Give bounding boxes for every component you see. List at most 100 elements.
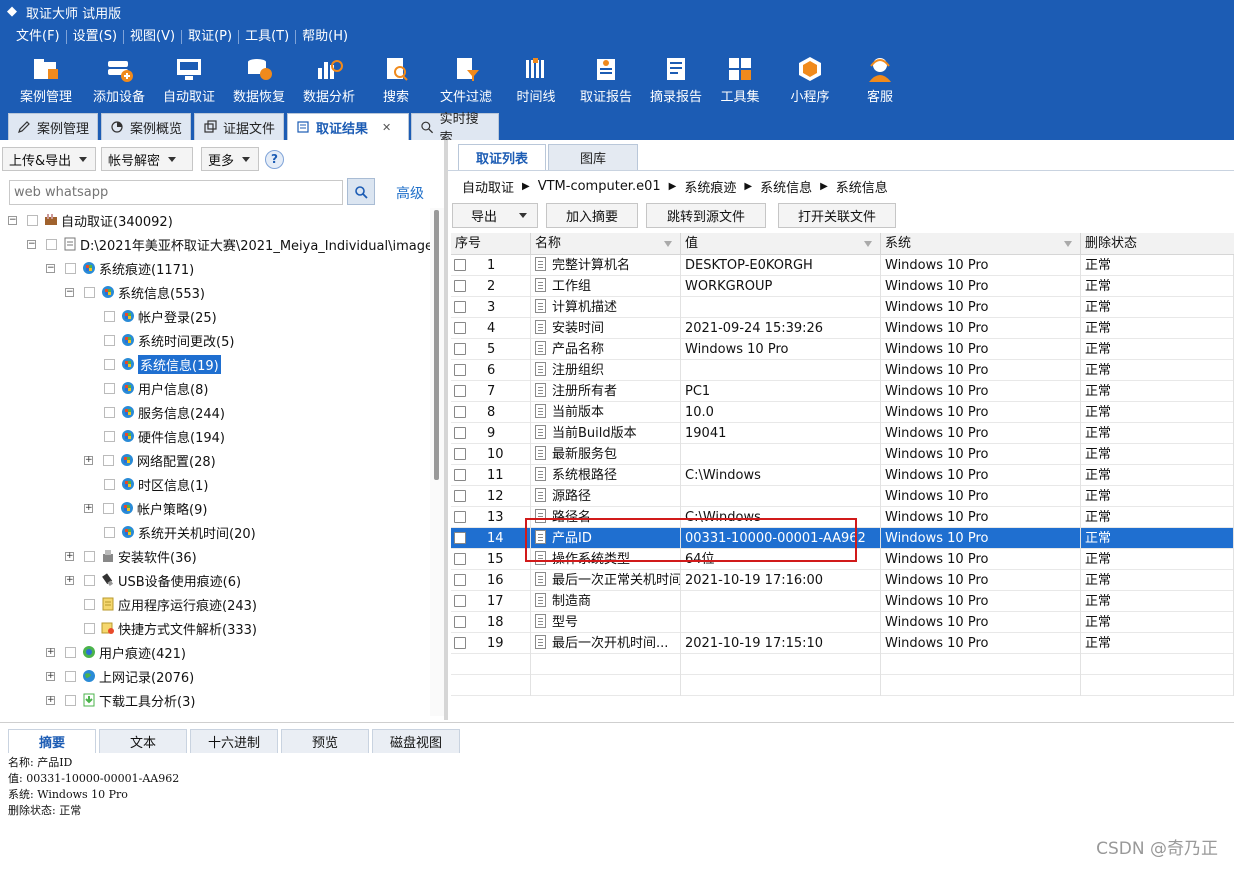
tree-checkbox[interactable] bbox=[84, 622, 95, 634]
tree-checkbox[interactable] bbox=[65, 670, 76, 682]
filter-icon[interactable] bbox=[864, 241, 872, 247]
tree-node[interactable]: 用户信息(8) bbox=[104, 378, 208, 398]
tab-evidence-list[interactable]: 取证列表 bbox=[458, 144, 546, 170]
breadcrumb-item[interactable]: 系统痕迹 bbox=[684, 177, 736, 196]
breadcrumb-item[interactable]: 系统信息 bbox=[836, 177, 888, 196]
table-row[interactable]: 3 计算机描述 Windows 10 Pro 正常 bbox=[451, 297, 1234, 318]
forensic-report-button[interactable]: 取证报告 bbox=[568, 50, 644, 105]
column-header[interactable]: 删除状态 bbox=[1081, 233, 1234, 255]
tree-node[interactable]: + 帐户策略(9) bbox=[84, 498, 207, 518]
mini-program-button[interactable]: 小程序 bbox=[772, 50, 848, 105]
jump-to-source-button[interactable]: 跳转到源文件 bbox=[646, 203, 766, 228]
help-icon[interactable]: ? bbox=[265, 150, 284, 169]
tree-vertical-scrollbar[interactable] bbox=[430, 208, 444, 716]
breadcrumb-item[interactable]: VTM-computer.e01 bbox=[538, 179, 661, 194]
expand-icon[interactable]: + bbox=[46, 671, 55, 681]
table-row[interactable]: 1 完整计算机名 DESKTOP-E0KORGH Windows 10 Pro 正常 bbox=[451, 255, 1234, 276]
tree-node[interactable]: 应用程序运行痕迹(243) bbox=[84, 594, 257, 614]
tree-checkbox[interactable] bbox=[104, 526, 115, 538]
breadcrumb-item[interactable]: 自动取证 bbox=[462, 177, 514, 196]
expand-icon[interactable]: + bbox=[84, 455, 93, 465]
tree-checkbox[interactable] bbox=[65, 262, 76, 274]
upload-export-dropdown[interactable]: 上传&导出 bbox=[2, 147, 96, 171]
table-row[interactable]: 2 工作组 WORKGROUP Windows 10 Pro 正常 bbox=[451, 276, 1234, 297]
table-row[interactable]: 4 安装时间 2021-09-24 15:39:26 Windows 10 Pro 正常 bbox=[451, 318, 1234, 339]
column-header[interactable]: 系统 bbox=[881, 233, 1081, 255]
tree-checkbox[interactable] bbox=[84, 574, 95, 586]
menu-settings[interactable]: 设置(S) bbox=[67, 24, 123, 50]
tree-node[interactable]: − 系统痕迹(1171) bbox=[46, 258, 194, 278]
tab-live-search[interactable]: 实时搜索 bbox=[411, 112, 499, 146]
tab-disk-view[interactable]: 磁盘视图 bbox=[372, 729, 460, 753]
tab-text[interactable]: 文本 bbox=[99, 729, 187, 753]
tree-node[interactable]: 硬件信息(194) bbox=[104, 426, 225, 446]
tab-evidence-files[interactable]: 证据文件 bbox=[194, 113, 284, 140]
tree-checkbox[interactable] bbox=[46, 238, 57, 250]
export-dropdown[interactable]: 导出 bbox=[452, 203, 538, 228]
tab-gallery[interactable]: 图库 bbox=[548, 144, 638, 170]
auto-forensics-button[interactable]: 自动取证 bbox=[154, 50, 224, 105]
tree-checkbox[interactable] bbox=[104, 382, 115, 394]
tree-checkbox[interactable] bbox=[104, 478, 115, 490]
table-row[interactable]: 8 当前版本 10.0 Windows 10 Pro 正常 bbox=[451, 402, 1234, 423]
tree-checkbox[interactable] bbox=[104, 334, 115, 346]
collapse-icon[interactable]: − bbox=[27, 239, 36, 249]
breadcrumb-item[interactable]: 系统信息 bbox=[760, 177, 812, 196]
tree-node[interactable]: 快捷方式文件解析(333) bbox=[84, 618, 257, 638]
tab-preview[interactable]: 预览 bbox=[281, 729, 369, 753]
tree-node[interactable]: 服务信息(244) bbox=[104, 402, 225, 422]
expand-icon[interactable]: + bbox=[65, 551, 74, 561]
tree-checkbox[interactable] bbox=[104, 430, 115, 442]
toolset-button[interactable]: 工具集 bbox=[708, 50, 772, 105]
tab-forensic-results[interactable]: 取证结果 ✕ bbox=[287, 113, 409, 140]
tree-node[interactable]: − 系统信息(553) bbox=[65, 282, 205, 302]
tree-node[interactable]: 系统时间更改(5) bbox=[104, 330, 234, 350]
add-to-summary-button[interactable]: 加入摘要 bbox=[546, 203, 638, 228]
collapse-icon[interactable]: − bbox=[46, 263, 55, 273]
tree-node[interactable]: + 安装软件(36) bbox=[65, 546, 197, 566]
tab-case-management[interactable]: 案例管理 bbox=[8, 113, 98, 140]
tree-node[interactable]: + 网络配置(28) bbox=[84, 450, 216, 470]
table-row[interactable]: 12 源路径 Windows 10 Pro 正常 bbox=[451, 486, 1234, 507]
data-analysis-button[interactable]: 数据分析 bbox=[294, 50, 364, 105]
timeline-button[interactable]: 时间线 bbox=[504, 50, 568, 105]
tab-hex[interactable]: 十六进制 bbox=[190, 729, 278, 753]
tree-checkbox[interactable] bbox=[27, 214, 38, 226]
table-row[interactable]: 16 最后一次正常关机时间 2021-10-19 17:16:00 Windows 1… bbox=[451, 570, 1234, 591]
menu-tools[interactable]: 工具(T) bbox=[239, 24, 295, 50]
filter-icon[interactable] bbox=[664, 241, 672, 247]
tree-checkbox[interactable] bbox=[103, 502, 114, 514]
table-row[interactable]: 19 最后一次开机时间... 2021-10-19 17:15:10 Windows … bbox=[451, 633, 1234, 654]
file-filter-button[interactable]: 文件过滤 bbox=[428, 50, 504, 105]
tree-node[interactable]: − D:\2021年美亚杯取证大赛\2021_Meiya_Individual\… bbox=[27, 234, 430, 254]
customer-service-button[interactable]: 客服 bbox=[848, 50, 912, 105]
tree-checkbox[interactable] bbox=[104, 310, 115, 322]
menu-help[interactable]: 帮助(H) bbox=[296, 24, 354, 50]
tree-node[interactable]: 帐户登录(25) bbox=[104, 306, 217, 326]
collapse-icon[interactable]: − bbox=[8, 215, 17, 225]
table-row[interactable]: 18 型号 Windows 10 Pro 正常 bbox=[451, 612, 1234, 633]
tree-checkbox[interactable] bbox=[65, 694, 76, 706]
close-icon[interactable]: ✕ bbox=[382, 121, 391, 134]
tree-checkbox[interactable] bbox=[104, 358, 115, 370]
tree-node-selected[interactable]: 系统信息(19) bbox=[104, 354, 221, 374]
tree-node[interactable]: + USB设备使用痕迹(6) bbox=[65, 570, 241, 590]
open-related-file-button[interactable]: 打开关联文件 bbox=[778, 203, 896, 228]
tree-node[interactable]: + 下载工具分析(3) bbox=[46, 690, 195, 710]
column-header[interactable]: 值 bbox=[681, 233, 881, 255]
advanced-search-link[interactable]: 高级 bbox=[396, 183, 424, 203]
search-button[interactable]: 搜索 bbox=[364, 50, 428, 105]
tree-node[interactable]: + 用户痕迹(421) bbox=[46, 642, 186, 662]
tree-search-button[interactable] bbox=[347, 178, 375, 205]
tree-node[interactable]: 系统开关机时间(20) bbox=[104, 522, 256, 542]
table-row[interactable]: 17 制造商 Windows 10 Pro 正常 bbox=[451, 591, 1234, 612]
expand-icon[interactable]: + bbox=[65, 575, 74, 585]
tree-node[interactable]: + 上网记录(2076) bbox=[46, 666, 194, 686]
excerpt-report-button[interactable]: 摘录报告 bbox=[644, 50, 708, 105]
case-management-button[interactable]: 案例管理 bbox=[8, 50, 84, 105]
menu-forensics[interactable]: 取证(P) bbox=[182, 24, 238, 50]
menu-view[interactable]: 视图(V) bbox=[124, 24, 181, 50]
tree-checkbox[interactable] bbox=[103, 454, 114, 466]
add-device-button[interactable]: 添加设备 bbox=[84, 50, 154, 105]
more-dropdown[interactable]: 更多 bbox=[201, 147, 259, 171]
